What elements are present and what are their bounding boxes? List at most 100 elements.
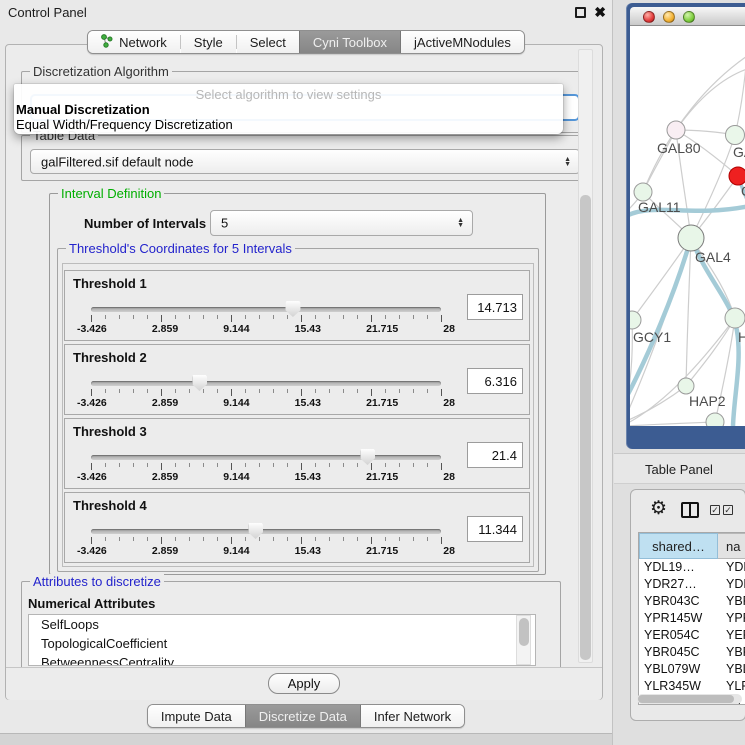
table-horizontal-scrollbar[interactable]: [637, 694, 742, 704]
list-item[interactable]: TopologicalCoefficient: [29, 634, 535, 653]
slider-ticks-major: [91, 537, 442, 544]
apply-strip: Apply: [6, 667, 602, 700]
control-panel-titlebar: Control Panel ✖: [0, 0, 612, 26]
table-data-combobox[interactable]: galFiltered.sif default node ▲▼: [30, 149, 580, 174]
table-data-value: galFiltered.sif default node: [41, 154, 193, 169]
scrollbar-thumb[interactable]: [580, 195, 591, 660]
cell-name[interactable]: YPR1: [718, 610, 745, 627]
tab-network[interactable]: Network: [88, 31, 180, 53]
cell-name[interactable]: YLR3: [718, 678, 745, 695]
zoom-window-icon[interactable]: [683, 11, 695, 23]
threshold-1-slider[interactable]: [91, 307, 441, 312]
node-gal80[interactable]: [667, 121, 685, 139]
cell-shared-name[interactable]: YBR045C: [639, 644, 718, 661]
threshold-4-value-field[interactable]: [467, 516, 523, 542]
algorithm-dropdown-popup: Select algorithm to view settings Manual…: [14, 84, 563, 134]
numerical-attributes-list[interactable]: SelfLoopsTopologicalCoefficientBetweenne…: [28, 614, 536, 666]
list-item[interactable]: BetweennessCentrality: [29, 653, 535, 666]
checkbox-icon[interactable]: ✓: [710, 505, 720, 515]
number-of-intervals-combobox[interactable]: 5 ▲▼: [210, 210, 473, 236]
table-row[interactable]: YDR27… YDR2: [639, 576, 745, 593]
tab-impute-data-label: Impute Data: [161, 709, 232, 724]
close-icon[interactable]: ✖: [594, 4, 606, 21]
column-header-name[interactable]: na: [718, 533, 745, 559]
cell-name[interactable]: YER0: [718, 627, 745, 644]
tick-label: 28: [443, 471, 455, 483]
checkbox-icon[interactable]: ✓: [723, 505, 733, 515]
network-window-titlebar[interactable]: [630, 7, 745, 26]
table-row[interactable]: YLR345W YLR3: [639, 678, 745, 695]
node-h[interactable]: [725, 308, 745, 328]
list-item[interactable]: SelfLoops: [29, 615, 535, 634]
node-hap2[interactable]: [678, 378, 694, 394]
table-row[interactable]: YDL19… YDL1: [639, 559, 745, 576]
network-canvas[interactable]: GAL80 GA C GAL11 GAL4 GCY1 H HAP2: [630, 26, 745, 426]
dropdown-option-manual[interactable]: Manual Discretization: [14, 102, 563, 117]
split-columns-icon[interactable]: [681, 502, 699, 518]
threshold-4-slider[interactable]: [91, 529, 441, 534]
node-top-right[interactable]: [726, 126, 745, 145]
cell-name[interactable]: YDR2: [718, 576, 745, 593]
threshold-1-value-field[interactable]: [467, 294, 523, 320]
node-gal4[interactable]: [678, 225, 704, 251]
cell-shared-name[interactable]: YBL079W: [639, 661, 718, 678]
scrollbar-thumb[interactable]: [519, 618, 529, 646]
tick-label: 9.144: [223, 545, 249, 557]
cell-name[interactable]: YBL0: [718, 661, 745, 678]
cell-shared-name[interactable]: YPR145W: [639, 610, 718, 627]
dropdown-prompt: Select algorithm to view settings: [14, 84, 563, 102]
tab-cyni-toolbox[interactable]: Cyni Toolbox: [299, 31, 401, 53]
table-row[interactable]: YER054C YER0: [639, 627, 745, 644]
slider-tick-labels: -3.4262.8599.14415.4321.71528: [77, 323, 455, 335]
cell-shared-name[interactable]: YLR345W: [639, 678, 718, 695]
node-gcy1[interactable]: [630, 311, 641, 329]
dropdown-option-equal-width[interactable]: Equal Width/Frequency Discretization: [14, 117, 563, 132]
tick-label: 15.43: [295, 471, 321, 483]
close-window-icon[interactable]: [643, 11, 655, 23]
cell-shared-name[interactable]: YDR27…: [639, 576, 718, 593]
network-graph: GAL80 GA C GAL11 GAL4 GCY1 H HAP2: [630, 26, 745, 426]
table-row[interactable]: YBR045C YBR0: [639, 644, 745, 661]
cell-shared-name[interactable]: YDL19…: [639, 559, 718, 576]
slider-ticks-major: [91, 389, 442, 396]
table-row[interactable]: YBL079W YBL0: [639, 661, 745, 678]
tab-impute-data[interactable]: Impute Data: [148, 705, 245, 727]
cell-shared-name[interactable]: YBR043C: [639, 593, 718, 610]
table-row[interactable]: YBR043C YBR0: [639, 593, 745, 610]
cell-name[interactable]: YBR0: [718, 593, 745, 610]
apply-button[interactable]: Apply: [268, 673, 340, 694]
table-panel: ⚙ ✓ ✓ shared… na YDL19… YDL1 YDR27… YD: [630, 489, 745, 721]
tab-discretize-data[interactable]: Discretize Data: [245, 705, 361, 727]
tab-select[interactable]: Select: [237, 31, 299, 53]
gear-icon[interactable]: ⚙: [650, 497, 667, 520]
threshold-2-value-field[interactable]: [467, 368, 523, 394]
threshold-1-panel: Threshold 1 -3.4262.8599.14415.4321.7152…: [64, 270, 530, 341]
spinner-arrows-icon: ▲▼: [457, 218, 464, 228]
tab-style[interactable]: Style: [181, 31, 236, 53]
minimize-window-icon[interactable]: [663, 11, 675, 23]
node-label-gal80: GAL80: [657, 140, 701, 156]
tab-infer-network-label: Infer Network: [374, 709, 451, 724]
slider-ticks-major: [91, 315, 442, 322]
threshold-3-slider[interactable]: [91, 455, 441, 460]
node-bottom[interactable]: [706, 413, 724, 426]
float-window-icon[interactable]: [575, 7, 586, 18]
node-label-h: H: [738, 329, 745, 345]
attributes-scrollbar[interactable]: [516, 615, 531, 665]
threshold-3-value-field[interactable]: [467, 442, 523, 468]
tab-jactivemnodules[interactable]: jActiveMNodules: [401, 31, 524, 53]
tab-infer-network[interactable]: Infer Network: [361, 705, 464, 727]
cell-name[interactable]: YDL1: [718, 559, 745, 576]
scrollbar-thumb[interactable]: [638, 695, 734, 703]
tab-network-label: Network: [119, 35, 167, 50]
table-header-row: shared… na: [639, 533, 745, 559]
table-row[interactable]: YPR145W YPR1: [639, 610, 745, 627]
tick-label: 9.144: [223, 397, 249, 409]
cell-name[interactable]: YBR0: [718, 644, 745, 661]
cell-shared-name[interactable]: YER054C: [639, 627, 718, 644]
network-view-window: GAL80 GA C GAL11 GAL4 GCY1 H HAP2: [626, 3, 745, 449]
tick-label: 28: [443, 545, 455, 557]
column-header-shared-name[interactable]: shared…: [639, 533, 718, 559]
threshold-2-slider[interactable]: [91, 381, 441, 386]
panel-scrollbar[interactable]: [578, 49, 593, 663]
